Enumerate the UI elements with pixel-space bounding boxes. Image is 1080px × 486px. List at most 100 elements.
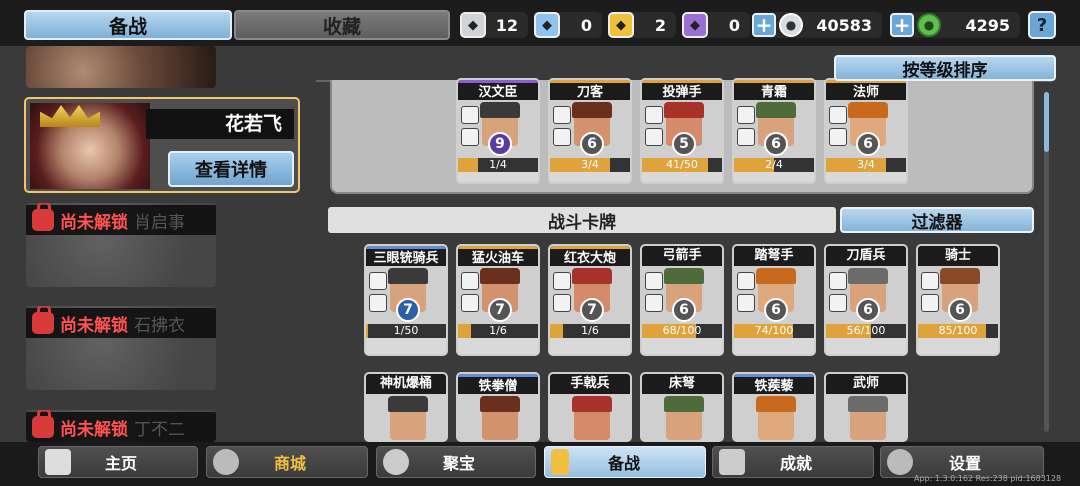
unit-card[interactable]: 手戟兵 xyxy=(548,372,632,442)
trait-icon xyxy=(737,128,755,146)
filter-button[interactable]: 过滤器 xyxy=(840,207,1034,233)
help-button[interactable]: ? xyxy=(1028,11,1056,39)
unit-card[interactable]: 铁拳僧 xyxy=(456,372,540,442)
card-progress: 2/4 xyxy=(734,158,814,172)
unit-card[interactable]: 刀盾兵 6 56/100 xyxy=(824,244,908,356)
locked-label: 尚未解锁 xyxy=(60,315,128,336)
cost-badge: 5 xyxy=(672,132,696,156)
nav-prepare[interactable]: 备战 xyxy=(544,446,706,478)
lock-banner: 尚未解锁 肖启事 xyxy=(26,203,216,235)
locked-hero-card[interactable]: 尚未解锁 石拂衣 xyxy=(26,306,216,390)
tab-prepare[interactable]: 备战 xyxy=(24,10,232,40)
resource-gold-gem: ◆ 2 xyxy=(608,12,676,38)
unit-helmet xyxy=(572,102,612,118)
unit-card[interactable]: 投弹手 5 41/50 xyxy=(640,78,724,184)
trait-icon xyxy=(829,106,847,124)
trait-icon xyxy=(829,272,847,290)
nav-label: 主页 xyxy=(104,454,137,473)
unit-card[interactable]: 铁蒺藜 xyxy=(732,372,816,442)
card-progress: 1/4 xyxy=(458,158,538,172)
card-name: 踏弩手 xyxy=(734,246,814,266)
card-progress: 74/100 xyxy=(734,324,814,338)
nav-treasure[interactable]: 聚宝 xyxy=(376,446,536,478)
unit-card[interactable]: 神机爆桶 xyxy=(364,372,448,442)
locked-label: 尚未解锁 xyxy=(60,419,128,440)
hero-card-partial[interactable] xyxy=(26,46,216,88)
unit-card[interactable]: 床弩 xyxy=(640,372,724,442)
locked-hero-card[interactable]: 尚未解锁 丁不二 xyxy=(26,410,216,442)
add-jade-button[interactable]: + xyxy=(890,13,914,37)
view-details-button[interactable]: 查看详情 xyxy=(168,151,294,187)
hero-name: 丁不二 xyxy=(134,419,185,440)
trait-icon xyxy=(553,128,571,146)
sort-by-level-button[interactable]: 按等级排序 xyxy=(834,55,1056,81)
silver-gem-icon: ◆ xyxy=(460,12,486,38)
top-bar: 备战 收藏 ◆ 12 ◆ 0 ◆ 2 ◆ 0 + ● 40583 + ● 429… xyxy=(0,0,1080,46)
nav-shop[interactable]: 商城 xyxy=(206,446,368,478)
nav-label: 成就 xyxy=(779,454,812,473)
unit-helmet xyxy=(664,268,704,284)
hero-portrait xyxy=(26,46,216,88)
unit-card[interactable]: 刀客 6 3/4 xyxy=(548,78,632,184)
trait-icon xyxy=(921,272,939,290)
trait-icon xyxy=(921,294,939,312)
unit-helmet xyxy=(848,102,888,118)
nav-achievement[interactable]: 成就 xyxy=(712,446,874,478)
card-name: 弓箭手 xyxy=(642,246,722,266)
silver-gem-count: 12 xyxy=(495,15,518,35)
trait-icon xyxy=(645,106,663,124)
card-name: 青霜 xyxy=(734,80,814,100)
trait-icon xyxy=(461,128,479,146)
card-art xyxy=(366,394,446,440)
cost-badge: 6 xyxy=(948,298,972,322)
add-silver-button[interactable]: + xyxy=(752,13,776,37)
silver-coin-icon: ● xyxy=(779,13,803,37)
unit-helmet xyxy=(388,268,428,284)
scrollbar-thumb[interactable] xyxy=(1044,92,1049,152)
card-name: 投弹手 xyxy=(642,80,722,100)
unit-card[interactable]: 踏弩手 6 74/100 xyxy=(732,244,816,356)
unit-card[interactable]: 三眼铳骑兵 7 1/50 xyxy=(364,244,448,356)
progress-text: 3/4 xyxy=(857,158,875,171)
hero-portrait xyxy=(30,103,150,189)
unit-card[interactable]: 法师 6 3/4 xyxy=(824,78,908,184)
tab-collection[interactable]: 收藏 xyxy=(234,10,450,40)
card-name: 法师 xyxy=(826,80,906,100)
cost-badge: 7 xyxy=(396,298,420,322)
card-name: 猛火油车 xyxy=(458,246,538,266)
cost-badge: 6 xyxy=(856,298,880,322)
unit-helmet xyxy=(572,268,612,284)
unit-card[interactable]: 猛火油车 7 1/6 xyxy=(456,244,540,356)
trait-icon xyxy=(553,272,571,290)
hero-name: 肖启事 xyxy=(134,212,185,233)
unit-helmet xyxy=(664,396,704,412)
unit-card[interactable]: 骑士 6 85/100 xyxy=(916,244,1000,356)
card-progress: 85/100 xyxy=(918,324,998,338)
cost-badge: 6 xyxy=(856,132,880,156)
unit-card[interactable]: 红衣大炮 7 1/6 xyxy=(548,244,632,356)
currency-jade: + ● 4295 xyxy=(890,12,1020,38)
card-name: 手戟兵 xyxy=(550,374,630,394)
home-icon xyxy=(45,449,71,475)
gold-gem-icon: ◆ xyxy=(608,12,634,38)
selected-hero-card[interactable]: 花若飞 查看详情 xyxy=(24,97,300,193)
unit-helmet xyxy=(664,102,704,118)
locked-hero-card[interactable]: 尚未解锁 肖启事 xyxy=(26,203,216,287)
card-name: 红衣大炮 xyxy=(550,246,630,266)
card-icon xyxy=(551,449,569,475)
card-progress: 3/4 xyxy=(550,158,630,172)
unit-card[interactable]: 汉文臣 9 1/4 xyxy=(456,78,540,184)
unit-card[interactable]: 弓箭手 6 68/100 xyxy=(640,244,724,356)
progress-text: 1/4 xyxy=(489,158,507,171)
card-progress: 1/6 xyxy=(458,324,538,338)
unit-helmet xyxy=(480,268,520,284)
progress-text: 41/50 xyxy=(666,158,698,171)
trait-icon xyxy=(737,294,755,312)
unit-card[interactable]: 武师 xyxy=(824,372,908,442)
unit-card[interactable]: 青霜 6 2/4 xyxy=(732,78,816,184)
card-progress: 56/100 xyxy=(826,324,906,338)
card-art: 5 xyxy=(642,100,722,158)
trait-icon xyxy=(461,106,479,124)
card-art: 7 xyxy=(550,266,630,324)
nav-home[interactable]: 主页 xyxy=(38,446,198,478)
